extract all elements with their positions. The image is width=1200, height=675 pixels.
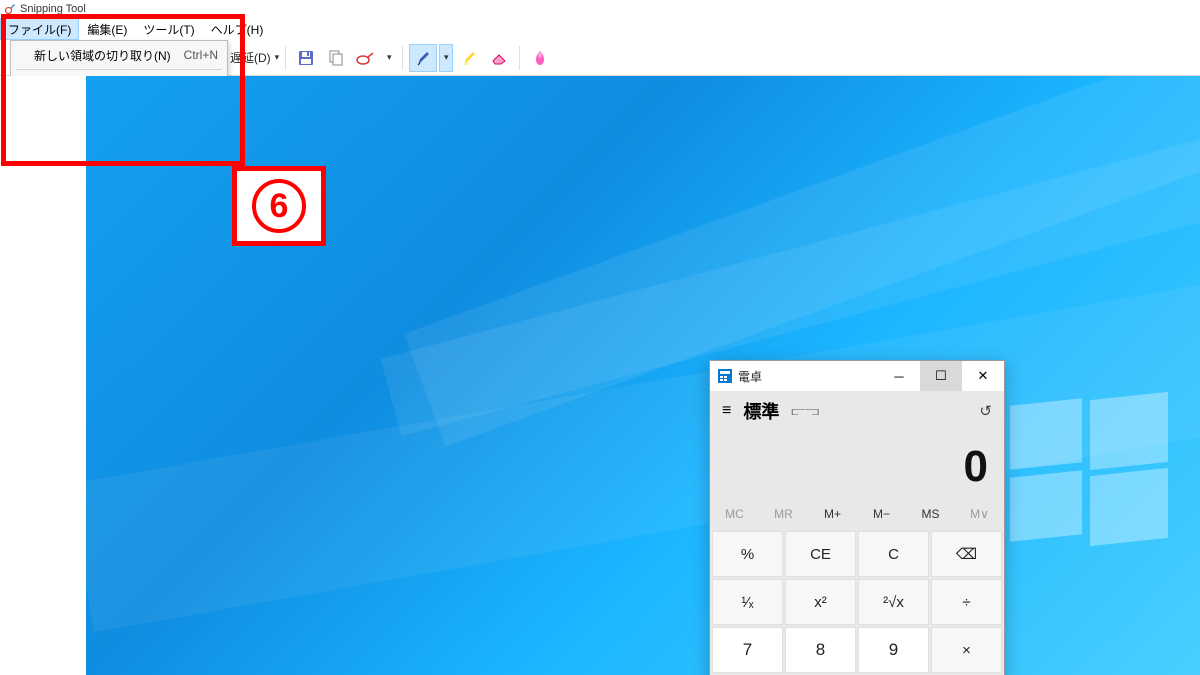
pen-icon[interactable] <box>409 44 437 72</box>
send-icon[interactable] <box>352 44 380 72</box>
save-icon[interactable] <box>292 44 320 72</box>
close-button[interactable]: ✕ <box>962 361 1004 391</box>
calculator-window: 電卓 ─ ☐ ✕ ≡ 標準 ⫍⫎ ↺ 0 MC MR M+ M− MS M∨ <box>709 360 1005 675</box>
delay-label[interactable]: 遅延(D) <box>230 49 271 66</box>
btn-backspace[interactable]: ⌫ <box>931 531 1002 577</box>
minimize-button[interactable]: ─ <box>878 361 920 391</box>
canvas-margin <box>0 76 86 675</box>
calc-header: ≡ 標準 ⫍⫎ ↺ <box>710 391 1004 431</box>
btn-square[interactable]: x² <box>785 579 856 625</box>
mem-mc[interactable]: MC <box>710 503 759 529</box>
menu-help[interactable]: ヘルプ(H) <box>203 18 272 40</box>
mem-mr[interactable]: MR <box>759 503 808 529</box>
send-dropdown-icon[interactable]: ▾ <box>382 44 396 72</box>
calc-mode: 標準 <box>743 398 779 424</box>
calc-title-bar[interactable]: 電卓 ─ ☐ ✕ <box>710 361 1004 391</box>
menu-tools[interactable]: ツール(T) <box>135 18 202 40</box>
hamburger-icon[interactable]: ≡ <box>722 402 731 420</box>
calc-title: 電卓 <box>738 368 878 385</box>
btn-reciprocal[interactable]: ¹⁄ₓ <box>712 579 783 625</box>
keep-on-top-icon[interactable]: ⫍⫎ <box>791 403 819 419</box>
title-bar: Snipping Tool <box>0 0 1200 18</box>
eraser-icon[interactable] <box>485 44 513 72</box>
canvas-area: 電卓 ─ ☐ ✕ ≡ 標準 ⫍⫎ ↺ 0 MC MR M+ M− MS M∨ <box>0 76 1200 675</box>
menu-new-snip[interactable]: 新しい領域の切り取り(N) Ctrl+N <box>14 44 224 66</box>
calc-app-icon <box>718 369 732 383</box>
mem-mplus[interactable]: M+ <box>808 503 857 529</box>
btn-percent[interactable]: % <box>712 531 783 577</box>
step-number: 6 <box>252 179 306 233</box>
btn-ce[interactable]: CE <box>785 531 856 577</box>
menu-file[interactable]: ファイル(F) <box>0 18 79 40</box>
calc-keypad: % CE C ⌫ ¹⁄ₓ x² ²√x ÷ 7 8 9 × 4 5 6 − <box>710 529 1004 675</box>
calc-memory-row: MC MR M+ M− MS M∨ <box>710 503 1004 529</box>
mem-mlist[interactable]: M∨ <box>955 503 1004 529</box>
btn-multiply[interactable]: × <box>931 627 1002 673</box>
menu-separator <box>16 69 222 70</box>
btn-divide[interactable]: ÷ <box>931 579 1002 625</box>
btn-sqrt[interactable]: ²√x <box>858 579 929 625</box>
history-icon[interactable]: ↺ <box>979 402 992 420</box>
separator <box>285 46 286 70</box>
menu-edit[interactable]: 編集(E) <box>79 18 135 40</box>
app-title: Snipping Tool <box>20 3 86 15</box>
delay-dropdown-icon[interactable]: ▾ <box>275 52 280 63</box>
pen-dropdown-icon[interactable]: ▾ <box>439 44 453 72</box>
app-icon <box>4 3 16 15</box>
highlight-box-step: 6 <box>232 166 326 246</box>
maximize-button[interactable]: ☐ <box>920 361 962 391</box>
btn-c[interactable]: C <box>858 531 929 577</box>
separator <box>402 46 403 70</box>
calc-display: 0 <box>710 431 1004 503</box>
copy-icon[interactable] <box>322 44 350 72</box>
menu-bar: ファイル(F) 編集(E) ツール(T) ヘルプ(H) <box>0 18 1200 40</box>
btn-8[interactable]: 8 <box>785 627 856 673</box>
btn-9[interactable]: 9 <box>858 627 929 673</box>
paint3d-icon[interactable] <box>526 44 554 72</box>
separator <box>519 46 520 70</box>
mem-mminus[interactable]: M− <box>857 503 906 529</box>
highlighter-icon[interactable] <box>455 44 483 72</box>
windows-logo <box>1010 396 1170 546</box>
mem-ms[interactable]: MS <box>906 503 955 529</box>
btn-7[interactable]: 7 <box>712 627 783 673</box>
